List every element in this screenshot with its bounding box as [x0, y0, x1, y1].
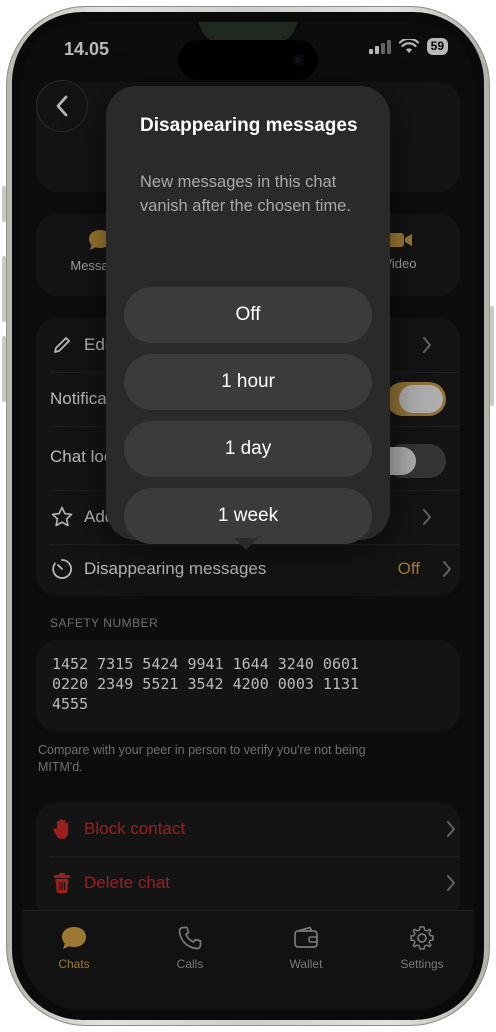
- option-1-week-button[interactable]: 1 week: [124, 488, 372, 544]
- popover-pointer: [234, 538, 258, 550]
- screen: 14.05 59 Messages Video Edit nickname: [22, 22, 474, 1010]
- volume-down-button: [2, 336, 6, 402]
- popover-title: Disappearing messages: [140, 115, 358, 136]
- popover-description: New messages in this chat vanish after t…: [140, 173, 351, 215]
- option-1-hour-button[interactable]: 1 hour: [124, 354, 372, 410]
- option-1-day-button[interactable]: 1 day: [124, 421, 372, 477]
- volume-up-button: [2, 256, 6, 322]
- action-button: [2, 186, 6, 222]
- power-button: [490, 306, 494, 406]
- option-off-button[interactable]: Off: [124, 287, 372, 343]
- disappearing-messages-popover: Disappearing messages New messages in th…: [106, 86, 390, 550]
